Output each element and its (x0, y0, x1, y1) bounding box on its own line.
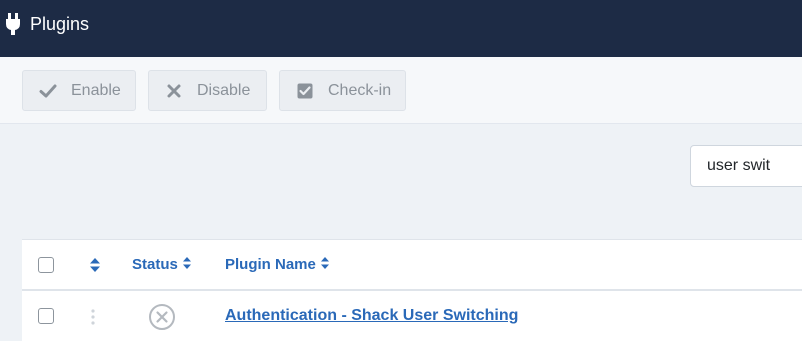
plugins-table: Status Plugin Name Authentication - Shac… (22, 239, 802, 341)
sort-icon (182, 257, 191, 269)
toolbar: Enable Disable Check-in (0, 57, 802, 124)
check-square-icon (297, 83, 313, 99)
status-disabled-icon[interactable] (148, 303, 176, 331)
enable-button-label: Enable (71, 82, 121, 99)
check-icon (39, 84, 57, 98)
plug-icon (6, 13, 20, 35)
plugin-name-header-label: Plugin Name (225, 256, 316, 273)
checkin-button-label: Check-in (328, 82, 392, 99)
row-checkbox[interactable] (38, 308, 54, 324)
table-row: Authentication - Shack User Switching (22, 291, 802, 341)
close-icon (167, 84, 181, 98)
sort-ordering-icon[interactable] (89, 257, 101, 273)
disable-button[interactable]: Disable (148, 70, 267, 111)
column-header-status[interactable]: Status (132, 256, 192, 274)
column-header-plugin-name[interactable]: Plugin Name (225, 256, 330, 274)
enable-button[interactable]: Enable (22, 70, 136, 111)
checkin-button[interactable]: Check-in (279, 70, 406, 111)
sort-icon (320, 257, 329, 269)
select-all-checkbox[interactable] (38, 257, 54, 273)
page-title: Plugins (30, 14, 90, 34)
page-header: Plugins (0, 0, 802, 57)
status-header-label: Status (132, 256, 178, 273)
table-header: Status Plugin Name (22, 240, 802, 291)
disable-button-label: Disable (197, 82, 251, 99)
search-input[interactable] (690, 145, 802, 187)
plugin-name-link[interactable]: Authentication - Shack User Switching (225, 307, 518, 325)
drag-handle-icon[interactable] (90, 308, 96, 326)
